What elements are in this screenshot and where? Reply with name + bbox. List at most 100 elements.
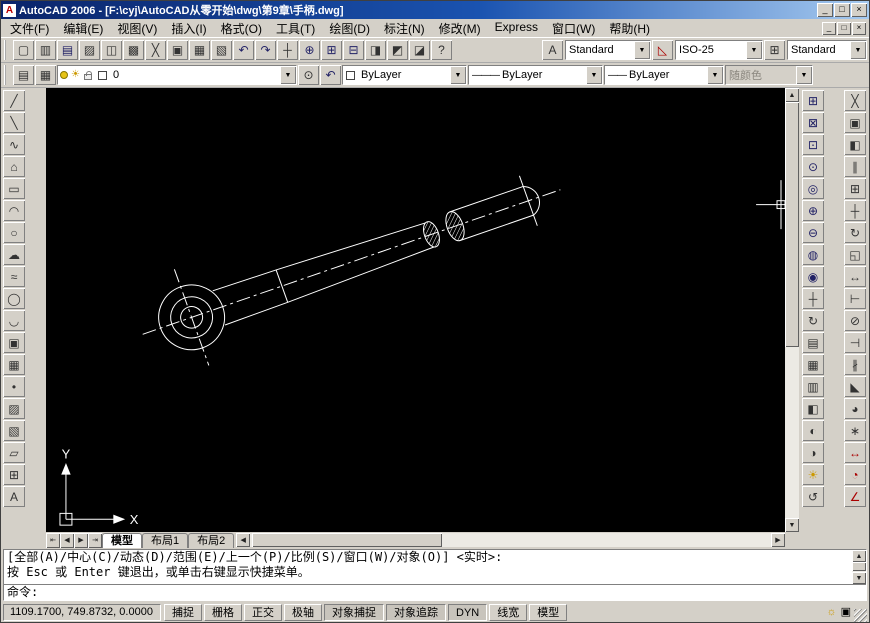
revcloud-button[interactable]: ☁ xyxy=(3,244,25,265)
fillet-button[interactable]: ◕ xyxy=(844,398,866,419)
lineweight-combo[interactable]: —— ByLayer ▼ xyxy=(604,65,724,85)
pan-button[interactable]: ┼ xyxy=(277,40,298,60)
scroll-left-button[interactable]: ◀ xyxy=(236,533,250,547)
layer-previous-button[interactable]: ↶ xyxy=(320,65,341,85)
menu-item[interactable]: 标注(N) xyxy=(377,18,432,39)
layer-combo[interactable]: ☀ 0 ▼ xyxy=(57,65,297,85)
tool-palettes-button[interactable]: ◪ xyxy=(409,40,430,60)
cut-button[interactable]: ╳ xyxy=(145,40,166,60)
drawing-canvas[interactable]: Y X xyxy=(46,88,785,532)
designcenter-button[interactable]: ◩ xyxy=(387,40,408,60)
snap-toggle[interactable]: 捕捉 xyxy=(164,604,202,621)
osnap-toggle[interactable]: 对象捕捉 xyxy=(324,604,384,621)
menu-item[interactable]: 编辑(E) xyxy=(56,18,110,39)
zoom-scale-button[interactable]: ⊡ xyxy=(802,134,824,155)
dim-linear-button[interactable]: ↔ xyxy=(844,442,866,463)
tab-layout1[interactable]: 布局1 xyxy=(142,533,188,548)
doc-close-button[interactable]: × xyxy=(852,22,866,35)
undo-button[interactable]: ↶ xyxy=(233,40,254,60)
doc-minimize-button[interactable]: _ xyxy=(822,22,836,35)
render-button[interactable]: ☀ xyxy=(802,464,824,485)
color-combo[interactable]: ByLayer ▼ xyxy=(342,65,467,85)
open-button[interactable]: ▥ xyxy=(35,40,56,60)
construction-line-button[interactable]: ╲ xyxy=(3,112,25,133)
vscroll-thumb[interactable] xyxy=(785,102,799,347)
otrack-toggle[interactable]: 对象追踪 xyxy=(386,604,446,621)
scale-button[interactable]: ◱ xyxy=(844,244,866,265)
color-combo-arrow[interactable]: ▼ xyxy=(450,66,466,84)
hatch-button[interactable]: ▨ xyxy=(3,398,25,419)
zoom-all-button[interactable]: ◍ xyxy=(802,244,824,265)
menu-item[interactable]: 窗口(W) xyxy=(545,18,602,39)
arc-button[interactable]: ◠ xyxy=(3,200,25,221)
prev-tab-button[interactable]: ◀ xyxy=(60,533,74,548)
command-window[interactable]: [全部(A)/中心(C)/动态(D)/范围(E)/上一个(P)/比例(S)/窗口… xyxy=(3,549,867,601)
dim-angular-button[interactable]: ∠ xyxy=(844,486,866,507)
zoom-in-button[interactable]: ⊕ xyxy=(802,200,824,221)
spline-button[interactable]: ≈ xyxy=(3,266,25,287)
menu-item[interactable]: 修改(M) xyxy=(432,18,488,39)
lineweight-toggle[interactable]: 线宽 xyxy=(489,604,527,621)
toolbar-grip[interactable] xyxy=(4,65,9,85)
make-layer-current-button[interactable]: ⊙ xyxy=(298,65,319,85)
dim-radius-button[interactable]: ◔ xyxy=(844,464,866,485)
mtext-button[interactable]: A xyxy=(3,486,25,507)
menu-item[interactable]: 帮助(H) xyxy=(602,18,657,39)
first-tab-button[interactable]: ⇤ xyxy=(46,533,60,548)
mirror-button[interactable]: ◧ xyxy=(844,134,866,155)
lineweight-combo-arrow[interactable]: ▼ xyxy=(707,66,723,84)
point-button[interactable]: • xyxy=(3,376,25,397)
text-style-combo[interactable]: Standard ▼ xyxy=(565,40,651,60)
extend-button[interactable]: ⊣ xyxy=(844,332,866,353)
lengthen-button[interactable]: ⊢ xyxy=(844,288,866,309)
rectangle-button[interactable]: ▭ xyxy=(3,178,25,199)
text-style-button[interactable]: A xyxy=(542,40,563,60)
view-front-button[interactable]: ▥ xyxy=(802,376,824,397)
hscroll-track[interactable] xyxy=(250,533,771,547)
menu-item[interactable]: 绘图(D) xyxy=(322,18,377,39)
pan-realtime-button[interactable]: ┼ xyxy=(802,288,824,309)
command-input-line[interactable]: 命令: xyxy=(4,584,866,600)
zoom-out-button[interactable]: ⊖ xyxy=(802,222,824,243)
dim-style-combo[interactable]: ISO-25 ▼ xyxy=(675,40,763,60)
ellipse-arc-button[interactable]: ◡ xyxy=(3,310,25,331)
canvas-vertical-scrollbar[interactable]: ▲ ▼ xyxy=(785,88,799,532)
orbit-button[interactable]: ↻ xyxy=(802,310,824,331)
trim-button[interactable]: ⊘ xyxy=(844,310,866,331)
polar-toggle[interactable]: 极轴 xyxy=(284,604,322,621)
scroll-up-button[interactable]: ▲ xyxy=(785,88,799,102)
circle-button[interactable]: ○ xyxy=(3,222,25,243)
menu-item[interactable]: 文件(F) xyxy=(3,18,56,39)
paste-button[interactable]: ▦ xyxy=(189,40,210,60)
copy-button[interactable]: ▣ xyxy=(167,40,188,60)
ellipse-button[interactable]: ◯ xyxy=(3,288,25,309)
linetype-combo-arrow[interactable]: ▼ xyxy=(586,66,602,84)
break-button[interactable]: ∦ xyxy=(844,354,866,375)
shade-button[interactable]: ◐ xyxy=(802,420,824,441)
zoom-window-button[interactable]: ⊞ xyxy=(321,40,342,60)
dim-style-combo-arrow[interactable]: ▼ xyxy=(746,41,762,59)
toolbar-grip[interactable] xyxy=(4,40,9,60)
vscroll-track[interactable] xyxy=(785,102,799,518)
plot-preview-button[interactable]: ◫ xyxy=(101,40,122,60)
toolbar-lock-icon[interactable]: ▣ xyxy=(841,607,851,618)
close-button[interactable]: × xyxy=(851,3,867,17)
zoom-window-tool-button[interactable]: ⊞ xyxy=(802,90,824,111)
plot-button[interactable]: ▨ xyxy=(79,40,100,60)
make-block-button[interactable]: ▦ xyxy=(3,354,25,375)
tab-model[interactable]: 模型 xyxy=(102,533,142,548)
erase-button[interactable]: ╳ xyxy=(844,90,866,111)
menu-item[interactable]: Express xyxy=(488,18,545,39)
table-button[interactable]: ⊞ xyxy=(3,464,25,485)
communication-center-icon[interactable]: ☼ xyxy=(827,607,837,618)
copy-object-button[interactable]: ▣ xyxy=(844,112,866,133)
model-space-toggle[interactable]: 模型 xyxy=(529,604,567,621)
publish-button[interactable]: ▩ xyxy=(123,40,144,60)
rotate-button[interactable]: ↻ xyxy=(844,222,866,243)
menu-item[interactable]: 格式(O) xyxy=(214,18,269,39)
zoom-object-button[interactable]: ◎ xyxy=(802,178,824,199)
view-top-button[interactable]: ▦ xyxy=(802,354,824,375)
table-style-combo[interactable]: Standard ▼ xyxy=(787,40,867,60)
restore-button[interactable]: □ xyxy=(834,3,850,17)
gradient-button[interactable]: ▧ xyxy=(3,420,25,441)
